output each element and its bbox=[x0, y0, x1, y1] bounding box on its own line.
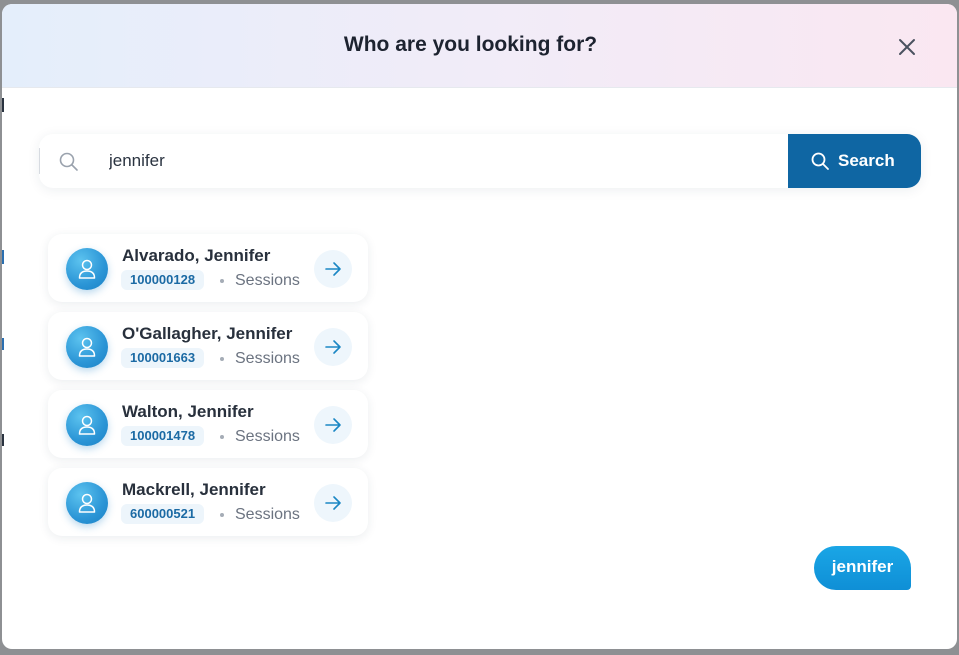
user-icon bbox=[78, 493, 96, 513]
background-edge-mark bbox=[2, 98, 4, 112]
result-card[interactable]: Walton, Jennifer 100001478 Sessions bbox=[48, 390, 368, 458]
avatar bbox=[66, 404, 108, 446]
sessions-label: Sessions bbox=[235, 428, 300, 445]
avatar bbox=[66, 326, 108, 368]
result-card[interactable]: Mackrell, Jennifer 600000521 Sessions bbox=[48, 468, 368, 536]
close-icon bbox=[899, 39, 915, 55]
search-icon bbox=[811, 152, 829, 170]
background-edge-mark bbox=[2, 250, 4, 264]
search-button[interactable]: Search bbox=[788, 134, 921, 188]
user-icon bbox=[78, 259, 96, 279]
search-input[interactable] bbox=[109, 134, 779, 188]
search-icon bbox=[59, 152, 78, 171]
person-name: Alvarado, Jennifer bbox=[122, 246, 271, 265]
modal-header: Who are you looking for? bbox=[2, 4, 957, 88]
separator-dot bbox=[220, 357, 224, 361]
background-edge-mark bbox=[2, 338, 4, 350]
result-card[interactable]: O'Gallagher, Jennifer 100001663 Sessions bbox=[48, 312, 368, 380]
avatar bbox=[66, 248, 108, 290]
open-person-button[interactable] bbox=[314, 484, 352, 522]
sessions-label: Sessions bbox=[235, 350, 300, 367]
modal-title: Who are you looking for? bbox=[343, 33, 598, 56]
query-chip: jennifer bbox=[814, 546, 911, 590]
search-modal: Who are you looking for? Search bbox=[2, 4, 957, 649]
arrow-right-icon bbox=[325, 262, 341, 276]
person-name: Mackrell, Jennifer bbox=[122, 480, 266, 499]
user-icon bbox=[78, 337, 96, 357]
background-edge-mark bbox=[2, 434, 4, 446]
person-id-badge: 100001663 bbox=[121, 348, 205, 368]
search-bar: Search bbox=[39, 134, 921, 188]
avatar bbox=[66, 482, 108, 524]
arrow-right-icon bbox=[325, 496, 341, 510]
open-person-button[interactable] bbox=[314, 250, 352, 288]
arrow-right-icon bbox=[325, 418, 341, 432]
search-button-label: Search bbox=[838, 151, 895, 170]
sessions-label: Sessions bbox=[235, 506, 300, 523]
person-name: O'Gallagher, Jennifer bbox=[122, 324, 293, 343]
separator-dot bbox=[220, 435, 224, 439]
sessions-label: Sessions bbox=[235, 272, 300, 289]
person-id-badge: 600000521 bbox=[121, 504, 205, 524]
open-person-button[interactable] bbox=[314, 406, 352, 444]
user-icon bbox=[78, 415, 96, 435]
separator-dot bbox=[220, 279, 224, 283]
separator-dot bbox=[220, 513, 224, 517]
search-divider bbox=[39, 148, 40, 174]
result-card[interactable]: Alvarado, Jennifer 100000128 Sessions bbox=[48, 234, 368, 302]
close-button[interactable] bbox=[892, 32, 922, 62]
arrow-right-icon bbox=[325, 340, 341, 354]
person-id-badge: 100001478 bbox=[121, 426, 205, 446]
open-person-button[interactable] bbox=[314, 328, 352, 366]
person-name: Walton, Jennifer bbox=[122, 402, 254, 421]
person-id-badge: 100000128 bbox=[121, 270, 205, 290]
